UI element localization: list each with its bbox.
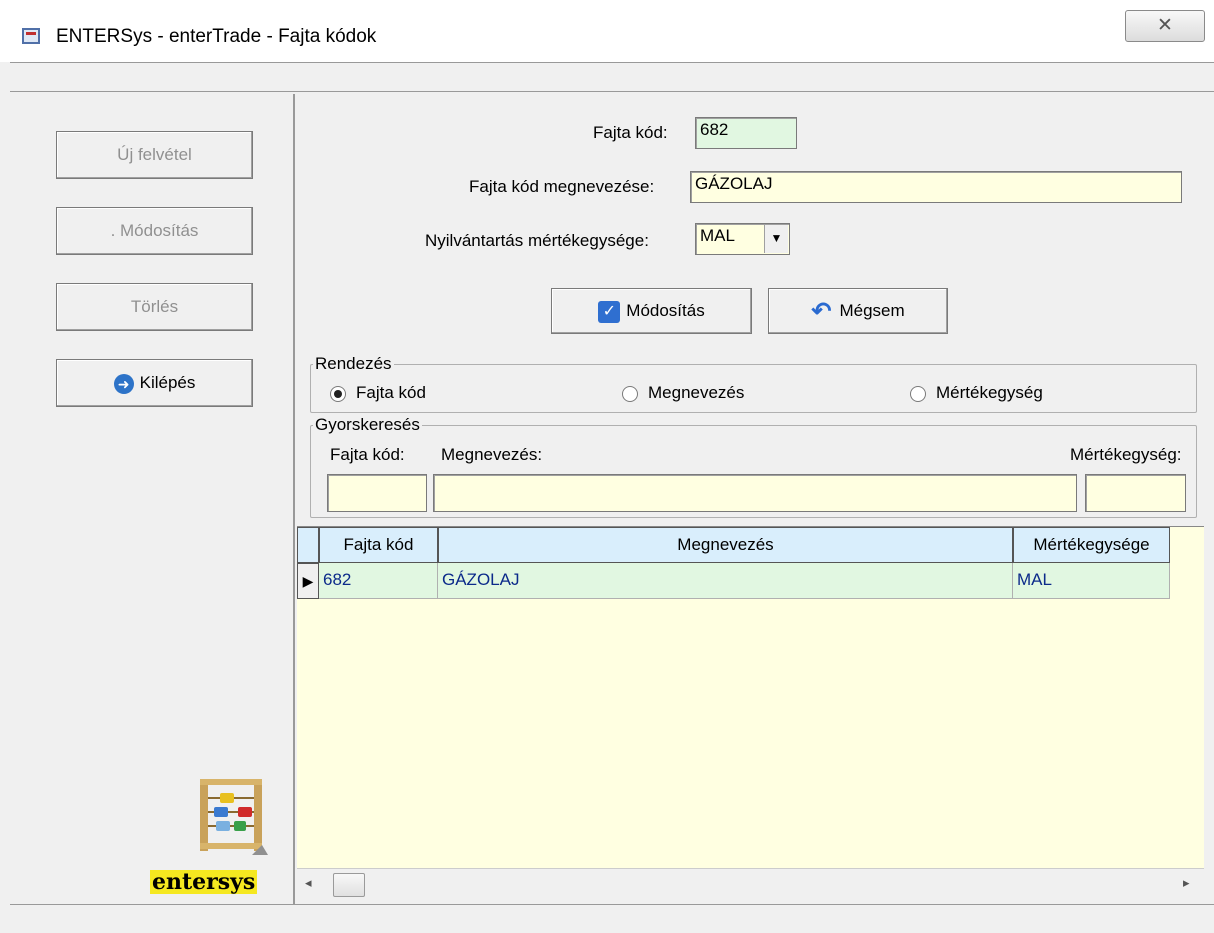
column-header-code[interactable]: Fajta kód xyxy=(319,527,438,563)
row-indicator-icon[interactable]: ▶ xyxy=(297,563,319,599)
table-cell-code[interactable]: 682 xyxy=(319,563,438,599)
close-button[interactable]: ✕ xyxy=(1125,10,1205,42)
column-header-unit[interactable]: Mértékegysége xyxy=(1013,527,1170,563)
qs-code-label: Fajta kód: xyxy=(330,445,405,464)
sort-groupbox xyxy=(310,364,1197,413)
app-icon xyxy=(22,28,40,44)
save-label: Módosítás xyxy=(626,301,705,320)
sort-option-code-label: Fajta kód xyxy=(356,383,426,402)
scroll-thumb[interactable] xyxy=(333,873,365,897)
window-title: ENTERSys - enterTrade - Fajta kódok xyxy=(56,26,377,47)
grid-corner xyxy=(297,527,319,563)
new-record-button[interactable]: Új felvétel xyxy=(56,131,253,179)
unit-select[interactable]: MAL ▼ xyxy=(695,223,790,255)
table-cell-unit[interactable]: MAL xyxy=(1013,563,1170,599)
title-bar: ENTERSys - enterTrade - Fajta kódok ✕ xyxy=(0,0,1214,62)
status-bar xyxy=(10,904,1214,933)
horizontal-scrollbar[interactable]: ◂ ▸ xyxy=(297,868,1204,904)
scroll-left-icon[interactable]: ◂ xyxy=(305,875,312,891)
code-label: Fajta kód: xyxy=(593,123,668,142)
exit-label: Kilépés xyxy=(139,373,196,392)
arrow-right-icon: ➜ xyxy=(113,373,134,394)
unit-value: MAL xyxy=(700,226,735,245)
toolbar-strip xyxy=(10,62,1214,92)
qs-code-input[interactable] xyxy=(327,474,427,512)
sort-option-unit-label: Mértékegység xyxy=(936,383,1043,402)
sort-title: Rendezés xyxy=(313,354,394,374)
cancel-label: Mégsem xyxy=(839,301,905,320)
name-label: Fajta kód megnevezése: xyxy=(469,177,655,196)
data-grid: Fajta kód Megnevezés Mértékegysége ▶ 682… xyxy=(297,526,1204,868)
save-button[interactable]: ✓ Módosítás xyxy=(551,288,752,334)
sort-option-unit[interactable]: Mértékegység xyxy=(910,383,1043,403)
quick-search-title: Gyorskeresés xyxy=(313,415,422,435)
table-cell-name[interactable]: GÁZOLAJ xyxy=(438,563,1013,599)
exit-button[interactable]: ➜ Kilépés xyxy=(56,359,253,407)
code-input[interactable]: 682 xyxy=(695,117,797,149)
sort-option-code[interactable]: Fajta kód xyxy=(330,383,426,403)
abacus-logo xyxy=(200,779,268,855)
chevron-down-icon[interactable]: ▼ xyxy=(764,225,788,253)
sort-option-name[interactable]: Megnevezés xyxy=(622,383,744,403)
unit-label: Nyilvántartás mértékegysége: xyxy=(425,231,649,250)
qs-name-input[interactable] xyxy=(433,474,1077,512)
cancel-button[interactable]: ↶ Mégsem xyxy=(768,288,948,334)
entersys-logo-text: entersys xyxy=(150,869,258,895)
qs-unit-input[interactable] xyxy=(1085,474,1186,512)
undo-icon: ↶ xyxy=(811,297,832,325)
qs-name-label: Megnevezés: xyxy=(441,445,543,464)
checkbox-check-icon: ✓ xyxy=(598,300,621,323)
delete-button[interactable]: Törlés xyxy=(56,283,253,331)
radio-icon[interactable] xyxy=(622,385,638,402)
column-header-name[interactable]: Megnevezés xyxy=(438,527,1013,563)
sort-option-name-label: Megnevezés xyxy=(648,383,745,402)
scroll-right-icon[interactable]: ▸ xyxy=(1183,875,1190,891)
qs-unit-label: Mértékegység: xyxy=(1070,445,1182,464)
radio-icon[interactable] xyxy=(910,385,926,402)
modify-button[interactable]: . Módosítás xyxy=(56,207,253,255)
name-input[interactable]: GÁZOLAJ xyxy=(690,171,1182,203)
radio-selected-icon[interactable] xyxy=(330,385,346,402)
